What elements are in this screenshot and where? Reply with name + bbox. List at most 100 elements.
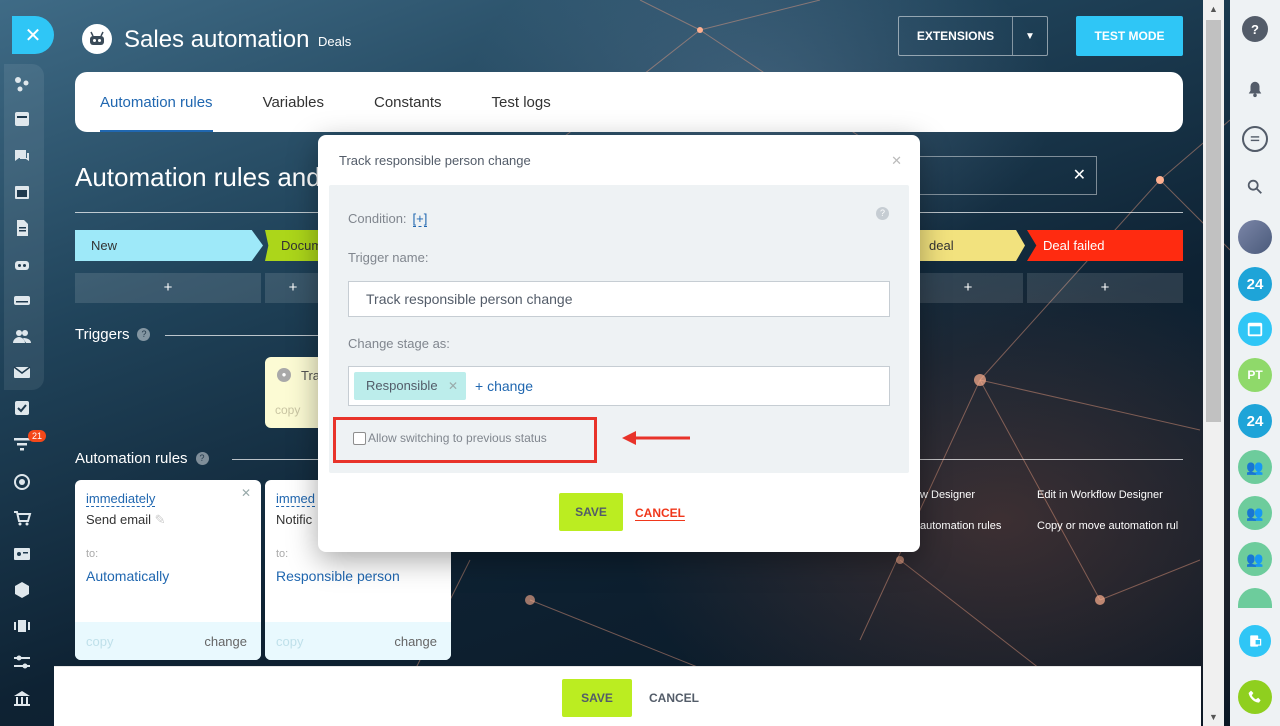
rule-card-footer: copy change bbox=[265, 622, 451, 660]
app-window: ✕ 21 Sales automation Deals EXTENSIONS ▼… bbox=[0, 0, 1280, 726]
robot-logo-icon bbox=[82, 24, 112, 54]
trigger-name-label: Trigger name: bbox=[348, 250, 429, 265]
company-icon[interactable] bbox=[12, 688, 32, 708]
search-icon[interactable] bbox=[1240, 172, 1270, 202]
rule-card-footer: copy change bbox=[75, 622, 261, 660]
scroll-up-arrow-icon[interactable]: ▲ bbox=[1209, 4, 1218, 14]
id-card-icon[interactable] bbox=[12, 544, 32, 564]
calendar-icon[interactable] bbox=[12, 182, 32, 202]
cart-icon[interactable] bbox=[12, 508, 32, 528]
help-icon[interactable]: ? bbox=[1242, 16, 1268, 42]
app-subtitle: Deals bbox=[318, 34, 352, 49]
documents-icon[interactable] bbox=[12, 218, 32, 238]
rule-timing-link[interactable]: immediately bbox=[86, 491, 156, 507]
copy-move-rules-link[interactable]: Copy or move automation rul bbox=[1037, 520, 1183, 532]
edit-in-workflow-designer-link[interactable]: Edit in Workflow Designer bbox=[1037, 489, 1163, 501]
save-button[interactable]: SAVE bbox=[562, 679, 632, 717]
trigger-name-input[interactable]: Track responsible person change bbox=[348, 281, 890, 317]
triggers-divider bbox=[165, 335, 325, 336]
stage-deal: deal bbox=[913, 230, 1025, 261]
change-link[interactable]: + change bbox=[475, 378, 533, 394]
change-link[interactable]: change bbox=[394, 634, 437, 649]
cancel-button[interactable]: CANCEL bbox=[649, 691, 699, 705]
workflow-designer-link[interactable]: w Designer bbox=[920, 489, 975, 501]
rule-card[interactable]: immediately ✕ Send email ✎ to: Automatic… bbox=[75, 480, 261, 660]
chat-icon[interactable] bbox=[12, 146, 32, 166]
target-icon[interactable] bbox=[12, 472, 32, 492]
add-trigger-button[interactable]: + bbox=[1027, 273, 1183, 303]
help-icon[interactable]: ? bbox=[876, 207, 889, 220]
close-icon[interactable]: ✕ bbox=[891, 153, 902, 169]
trigger-icon: ● bbox=[277, 368, 291, 382]
open-lines-icon[interactable] bbox=[1239, 625, 1271, 657]
group-chat-icon[interactable]: 👥 bbox=[1238, 450, 1272, 484]
group-chat-icon[interactable] bbox=[1238, 588, 1272, 608]
bell-icon[interactable] bbox=[1240, 74, 1270, 104]
tab-test-logs[interactable]: Test logs bbox=[492, 72, 551, 132]
page-scrollbar[interactable]: ▲ ▼ bbox=[1203, 0, 1224, 726]
stage-new: New bbox=[75, 230, 263, 261]
change-stage-label: Change stage as: bbox=[348, 336, 450, 351]
add-trigger-button[interactable]: + bbox=[265, 273, 321, 303]
phone-icon[interactable] bbox=[1238, 680, 1272, 714]
checklist-icon[interactable] bbox=[12, 398, 32, 418]
dialog-save-button[interactable]: SAVE bbox=[559, 493, 623, 531]
tasks-icon[interactable] bbox=[12, 109, 32, 129]
sites-icon[interactable] bbox=[12, 616, 32, 636]
scrollbar-thumb[interactable] bbox=[1206, 20, 1221, 422]
copy-link[interactable]: copy bbox=[276, 634, 303, 649]
rule-to-label: to: bbox=[86, 548, 99, 560]
edit-pencil-icon[interactable]: ✎ bbox=[155, 512, 166, 527]
dialog-cancel-button[interactable]: CANCEL bbox=[635, 506, 685, 521]
tab-constants[interactable]: Constants bbox=[374, 72, 442, 132]
extensions-button[interactable]: EXTENSIONS ▼ bbox=[898, 16, 1048, 56]
clear-icon[interactable]: ✕ bbox=[1073, 165, 1086, 185]
responsible-tag: Responsible ✕ bbox=[354, 372, 466, 400]
condition-row: Condition: [+] bbox=[348, 211, 428, 227]
close-icon: ✕ bbox=[24, 24, 42, 47]
close-slider-button[interactable]: ✕ bbox=[12, 16, 54, 54]
contacts-icon[interactable] bbox=[12, 326, 32, 346]
rule-recipient[interactable]: Automatically bbox=[86, 568, 169, 584]
scroll-down-arrow-icon[interactable]: ▼ bbox=[1209, 712, 1218, 722]
trigger-card[interactable]: ● Tra copy bbox=[265, 357, 325, 428]
change-link[interactable]: change bbox=[204, 634, 247, 649]
robot-icon[interactable] bbox=[12, 254, 32, 274]
drive-icon[interactable] bbox=[12, 290, 32, 310]
tab-automation-rules[interactable]: Automation rules bbox=[100, 72, 213, 132]
activity-stream-icon[interactable] bbox=[12, 74, 32, 94]
change-stage-field[interactable]: Responsible ✕ + change bbox=[348, 366, 890, 406]
user-avatar-pt[interactable]: PT bbox=[1238, 358, 1272, 392]
copy-link[interactable]: copy bbox=[86, 634, 113, 649]
avatar[interactable] bbox=[1238, 220, 1272, 254]
calendar-icon[interactable] bbox=[1238, 312, 1272, 346]
test-mode-button[interactable]: TEST MODE bbox=[1076, 16, 1183, 56]
tab-variables[interactable]: Variables bbox=[263, 72, 324, 132]
settings-sliders-icon[interactable] bbox=[12, 652, 32, 672]
right-sidebar: ? 24 PT 24 👥 👥 👥 bbox=[1230, 0, 1280, 726]
box-icon[interactable] bbox=[12, 580, 32, 600]
help-icon[interactable]: ? bbox=[137, 328, 151, 341]
dialog-title: Track responsible person change bbox=[339, 153, 531, 168]
rule-timing-link[interactable]: immed bbox=[276, 491, 316, 507]
close-icon[interactable]: ✕ bbox=[241, 486, 251, 500]
bitrix24-chat-avatar[interactable]: 24 bbox=[1238, 404, 1272, 438]
add-condition-link[interactable]: [+] bbox=[412, 211, 428, 227]
automation-rules-heading: Automation rules? bbox=[75, 450, 209, 467]
group-chat-icon[interactable]: 👥 bbox=[1238, 542, 1272, 576]
mail-icon[interactable] bbox=[12, 362, 32, 382]
remove-tag-icon[interactable]: ✕ bbox=[448, 372, 458, 400]
messages-icon[interactable] bbox=[1242, 126, 1268, 152]
copy-link[interactable]: copy bbox=[275, 403, 300, 417]
highlight-box bbox=[333, 417, 597, 463]
automation-rules-link[interactable]: automation rules bbox=[920, 520, 1001, 532]
filter-field[interactable]: ✕ bbox=[913, 156, 1097, 195]
bitrix24-chat-avatar[interactable]: 24 bbox=[1238, 267, 1272, 301]
add-trigger-button[interactable]: + bbox=[75, 273, 261, 303]
chevron-down-icon[interactable]: ▼ bbox=[1013, 31, 1047, 42]
help-icon[interactable]: ? bbox=[195, 452, 209, 465]
add-trigger-button[interactable]: + bbox=[913, 273, 1023, 303]
group-chat-icon[interactable]: 👥 bbox=[1238, 496, 1272, 530]
app-title: Sales automation bbox=[124, 26, 310, 53]
rule-recipient[interactable]: Responsible person bbox=[276, 568, 400, 584]
